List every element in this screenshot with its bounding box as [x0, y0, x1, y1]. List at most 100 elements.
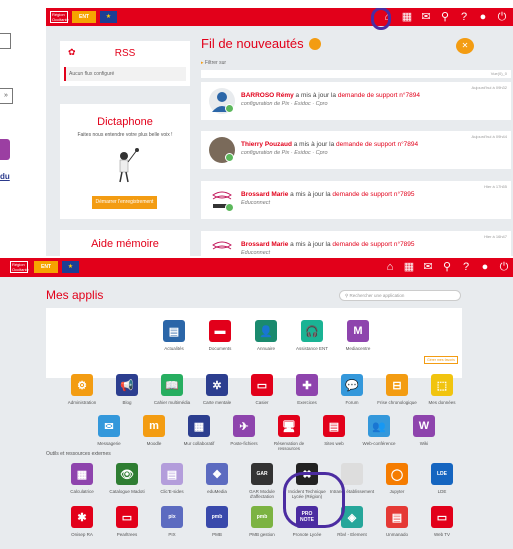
app-label: Mes données	[428, 400, 456, 405]
app-label: Réservation de ressources	[273, 441, 305, 451]
user-icon[interactable]: ●	[476, 10, 490, 24]
app-r-servation-de-ressources[interactable]: 🖥 Réservation de ressources	[264, 415, 314, 451]
app-unmanado[interactable]: ▤ Unmanado	[372, 506, 422, 537]
search-input[interactable]: ⚲ Rechercher une application	[339, 290, 461, 301]
fragment-purple-button[interactable]	[0, 139, 10, 160]
power-icon[interactable]: ⏻	[495, 10, 509, 24]
apps-grid-icon[interactable]: ▦	[400, 10, 414, 24]
app-label: Mediacentre	[345, 346, 371, 351]
bottom-screenshot: Région Occitanie ENT ★ ⌂ ▦ ✉ ⚲ ? ● ⏻ Mes…	[0, 258, 513, 549]
gear-icon[interactable]: ✿	[68, 47, 76, 58]
app-gar-module-d-affectation[interactable]: GAR GAR Module d'affectation	[237, 463, 287, 499]
app-assistance-ent[interactable]: 🎧 Assistance ENT	[287, 320, 337, 351]
app-clic-e-sides[interactable]: ▤ Clic'E-sides	[147, 463, 197, 494]
fragment-link[interactable]: du	[0, 172, 10, 181]
app-pix[interactable]: pix PIX	[147, 506, 197, 537]
app-messagerie[interactable]: ✉ Messagerie	[84, 415, 134, 446]
app-icon: ✲	[206, 374, 228, 396]
app-pmb-gestion[interactable]: pmb PMB gestion	[237, 506, 287, 537]
app-icon: ✉	[98, 415, 120, 437]
search-icon[interactable]: ⚲	[438, 10, 452, 24]
feed-info-icon[interactable]	[309, 38, 321, 50]
fragment-field	[0, 33, 11, 49]
app-onisep-ra[interactable]: ✱ Onisep RA	[57, 506, 107, 537]
app-jupyter[interactable]: ◯ Jupyter	[372, 463, 422, 494]
region-logo[interactable]: Région Occitanie	[50, 11, 69, 23]
mail-icon[interactable]: ✉	[421, 260, 435, 274]
tools-icon[interactable]: ✕	[456, 38, 474, 54]
app-lde[interactable]: LDE LDE	[417, 463, 467, 494]
app-documents[interactable]: ▬ Documents	[195, 320, 245, 351]
app-annuaire[interactable]: 👤 Annuaire	[241, 320, 291, 351]
search-icon[interactable]: ⚲	[440, 260, 454, 274]
app-label: Messagerie	[97, 441, 121, 446]
feed-filter[interactable]: ▸ Filtrer sur	[201, 60, 226, 66]
help-icon[interactable]: ?	[459, 260, 473, 274]
app-label: Rbvl - Element	[337, 532, 367, 537]
feed-item[interactable]: Hier à 17h55 Brossard Marie a mis à jour…	[201, 181, 511, 219]
app-mur-collaboratif[interactable]: ▦ Mur collaboratif	[174, 415, 224, 446]
app-carte-mentale[interactable]: ✲ Carte mentale	[192, 374, 242, 405]
app-icon: ▦	[71, 463, 93, 485]
feed-timestamp: Hier à 17h55	[484, 184, 507, 189]
bottom-header-bar: Région Occitanie ENT ★ ⌂ ▦ ✉ ⚲ ? ● ⏻	[0, 258, 513, 277]
app-mes-donn-es[interactable]: ⬚ Mes données	[417, 374, 467, 405]
region-logo[interactable]: Région Occitanie	[10, 261, 29, 273]
power-icon[interactable]: ⏻	[497, 260, 511, 274]
app-icon: LDE	[431, 463, 453, 485]
section-external-title: Outils et ressources externes	[46, 451, 111, 457]
app-label: Unmanado	[385, 532, 408, 537]
app-pmb[interactable]: pmb PMB	[192, 506, 242, 537]
start-recording-button[interactable]: Démarrer l'enregistrement	[92, 196, 157, 209]
app-casier[interactable]: ▭ Casier	[237, 374, 287, 405]
app-icon: GAR	[251, 463, 273, 485]
app-mediacentre[interactable]: M Mediacentre	[333, 320, 383, 351]
app-catalogue-madoti[interactable]: 👁 Catalogue Madoti	[102, 463, 152, 494]
user-icon[interactable]: ●	[478, 260, 492, 274]
app-pearltrees[interactable]: ▭ Pearltrees	[102, 506, 152, 537]
app-poste-fichiers[interactable]: ✈ Poste-fichiers	[219, 415, 269, 446]
app-label: LDE	[437, 489, 447, 494]
app-forum[interactable]: 💬 Forum	[327, 374, 377, 405]
app-exercices[interactable]: ✚ Exercices	[282, 374, 332, 405]
app-icon: ▭	[251, 374, 273, 396]
ent-logo[interactable]: ENT	[34, 261, 58, 273]
ent-logo[interactable]: ENT	[72, 11, 96, 23]
highlight-pronote	[283, 472, 345, 528]
aide-memoire-title: Aide mémoire	[91, 238, 159, 250]
app-icon: ▭	[431, 506, 453, 528]
app-label: Actualités	[164, 346, 184, 351]
feed-item[interactable]: Aujourd'hui à 09h32 BARROSO Rémy a mis à…	[201, 82, 511, 120]
app-label: Sites web	[324, 441, 344, 446]
app-icon: ⬚	[431, 374, 453, 396]
app-icon: m	[143, 415, 165, 437]
manage-favorites-button[interactable]: Gérer mes favoris	[424, 356, 458, 364]
feed-timestamp: Aujourd'hui à 09h44	[471, 134, 507, 139]
app-frise-chronologique[interactable]: ⊟ Frise chronologique	[372, 374, 422, 405]
app-actualit-s[interactable]: ▤ Actualités	[149, 320, 199, 351]
app-sites-web[interactable]: ▤ Sites web	[309, 415, 359, 446]
fragment-chevron-box: »	[0, 88, 13, 104]
app-administration[interactable]: ⚙ Administration	[57, 374, 107, 405]
feed-item[interactable]: Hier à 16h47 Brossard Marie a mis à jour…	[201, 231, 511, 256]
home-icon[interactable]: ⌂	[383, 260, 397, 274]
app-web-conf-rence[interactable]: 👥 Web-conférence	[354, 415, 404, 446]
app-moodle[interactable]: m Moodle	[129, 415, 179, 446]
app-icon: 🖥	[278, 415, 300, 437]
aide-memoire-card: Aide mémoire	[60, 230, 190, 256]
app-cahier-multim-dia[interactable]: 📖 Cahier multimédia	[147, 374, 197, 405]
top-screenshot: Région Occitanie ENT ★ ⌂ ▦ ✉ ⚲ ? ● ⏻ ✿ R…	[46, 8, 513, 256]
help-icon[interactable]: ?	[457, 10, 471, 24]
app-web-tv[interactable]: ▭ Web TV	[417, 506, 467, 537]
app-label: Poste-fichiers	[230, 441, 258, 446]
app-calculatrice[interactable]: ▦ Calculatrice	[57, 463, 107, 494]
feed-timestamp: Hier à 16h47	[484, 234, 507, 239]
app-edumedia[interactable]: ❖ eduMedia	[192, 463, 242, 494]
feed-item[interactable]: Aujourd'hui à 09h44 Thierry Pouzaud a mi…	[201, 131, 511, 169]
mail-icon[interactable]: ✉	[419, 10, 433, 24]
feed-text: BARROSO Rémy a mis à jour la demande de …	[241, 92, 420, 99]
app-blog[interactable]: 📢 Blog	[102, 374, 152, 405]
nouvelle-aquitaine-logo	[209, 237, 235, 256]
apps-grid-icon[interactable]: ▦	[402, 260, 416, 274]
app-wiki[interactable]: W Wiki	[399, 415, 449, 446]
